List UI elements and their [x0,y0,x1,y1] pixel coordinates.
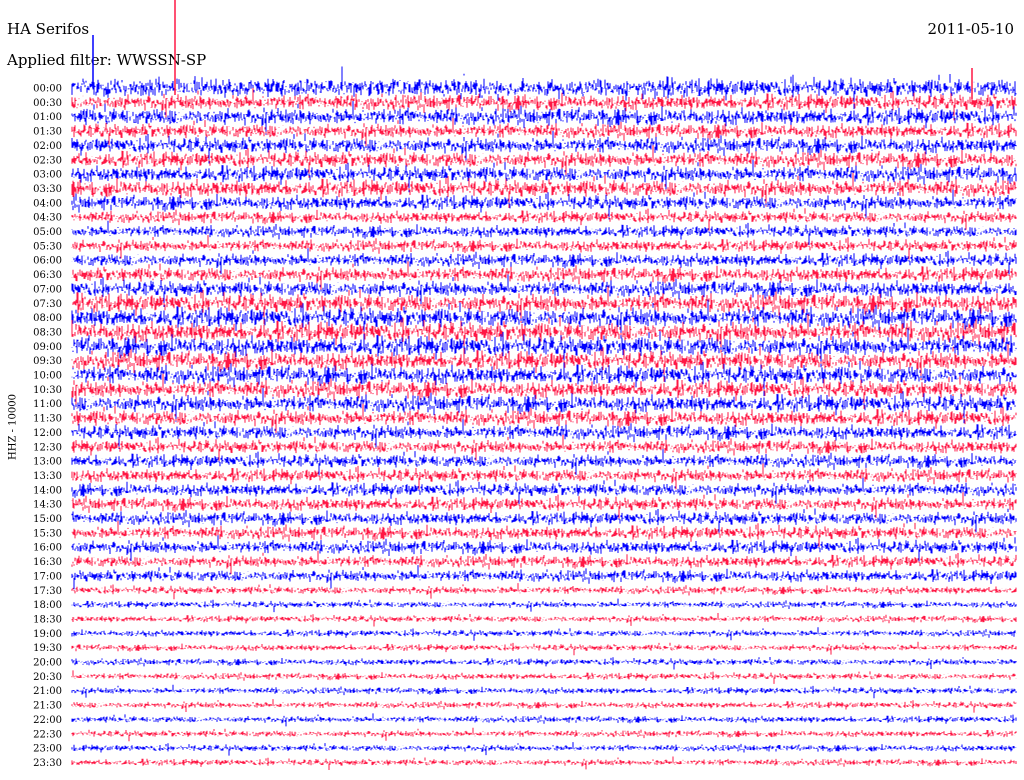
row-label-1930: 19:30 [33,643,62,654]
trace-2230 [71,727,1017,742]
row-label-2330: 23:30 [33,758,62,769]
helicorder-chart: 00:00 00:30 01:00 01:30 02:00 02:30 03:00 03:30… [33,0,1017,770]
row-label-0630: 06:30 [33,270,62,281]
trace-2330 [71,756,1017,770]
row-label-2030: 20:30 [33,672,62,683]
row-label-0530: 05:30 [33,241,62,252]
trace-2200 [71,713,1017,727]
trace-0500 [71,220,1017,245]
row-label-1700: 17:00 [33,571,62,582]
trace-1500 [71,508,1017,534]
row-label-1500: 15:00 [33,514,62,525]
row-label-1330: 13:30 [33,471,62,482]
trace-2130 [71,699,1017,713]
row-label-1000: 10:00 [33,371,62,382]
row-label-1100: 11:00 [33,399,62,410]
row-label-1400: 14:00 [33,485,62,496]
row-label-0700: 07:00 [33,284,62,295]
row-label-0830: 08:30 [33,327,62,338]
trace-1800 [71,598,1017,613]
row-label-2230: 22:30 [33,729,62,740]
trace-1730 [71,583,1017,600]
row-label-0500: 05:00 [33,227,62,238]
row-label-2300: 23:00 [33,744,62,755]
row-label-0330: 03:30 [33,184,62,195]
row-label-1800: 18:00 [33,600,62,611]
row-label-1630: 16:30 [33,557,62,568]
row-label-0230: 02:30 [33,155,62,166]
trace-1700 [71,565,1017,590]
trace-2030 [71,670,1017,684]
row-label-0130: 01:30 [33,127,62,138]
row-label-2100: 21:00 [33,686,62,697]
row-label-1130: 11:30 [33,414,62,425]
row-label-1200: 12:00 [33,428,62,439]
row-label-1730: 17:30 [33,586,62,597]
trace-1930 [71,641,1017,656]
row-label-0900: 09:00 [33,342,62,353]
row-label-1230: 12:30 [33,442,62,453]
row-label-1900: 19:00 [33,629,62,640]
row-label-1030: 10:30 [33,385,62,396]
row-label-2130: 21:30 [33,701,62,712]
trace-0430 [71,208,1017,231]
trace-2300 [71,742,1017,756]
row-label-0800: 08:00 [33,313,62,324]
row-label-0100: 01:00 [33,112,62,123]
trace-1400 [71,477,1017,505]
row-label-0930: 09:30 [33,356,62,367]
trace-1300 [71,449,1017,477]
trace-1900 [71,627,1017,641]
trace-1630 [71,550,1017,575]
row-label-0030: 00:30 [33,98,62,109]
row-label-0300: 03:00 [33,170,62,181]
row-label-2000: 20:00 [33,658,62,669]
trace-0630 [71,261,1017,290]
row-label-2200: 22:00 [33,715,62,726]
row-label-0600: 06:00 [33,256,62,267]
trace-2100 [71,684,1017,699]
row-label-1600: 16:00 [33,543,62,554]
row-label-0430: 04:30 [33,213,62,224]
trace-2000 [71,657,1017,670]
row-label-0200: 02:00 [33,141,62,152]
row-label-1830: 18:30 [33,614,62,625]
row-label-1300: 13:00 [33,457,62,468]
row-label-1530: 15:30 [33,528,62,539]
row-label-0400: 04:00 [33,198,62,209]
trace-1830 [71,613,1017,627]
row-label-1430: 14:30 [33,500,62,511]
row-label-0000: 00:00 [33,84,62,95]
row-label-0730: 07:30 [33,299,62,310]
trace-0230 [71,145,1017,178]
